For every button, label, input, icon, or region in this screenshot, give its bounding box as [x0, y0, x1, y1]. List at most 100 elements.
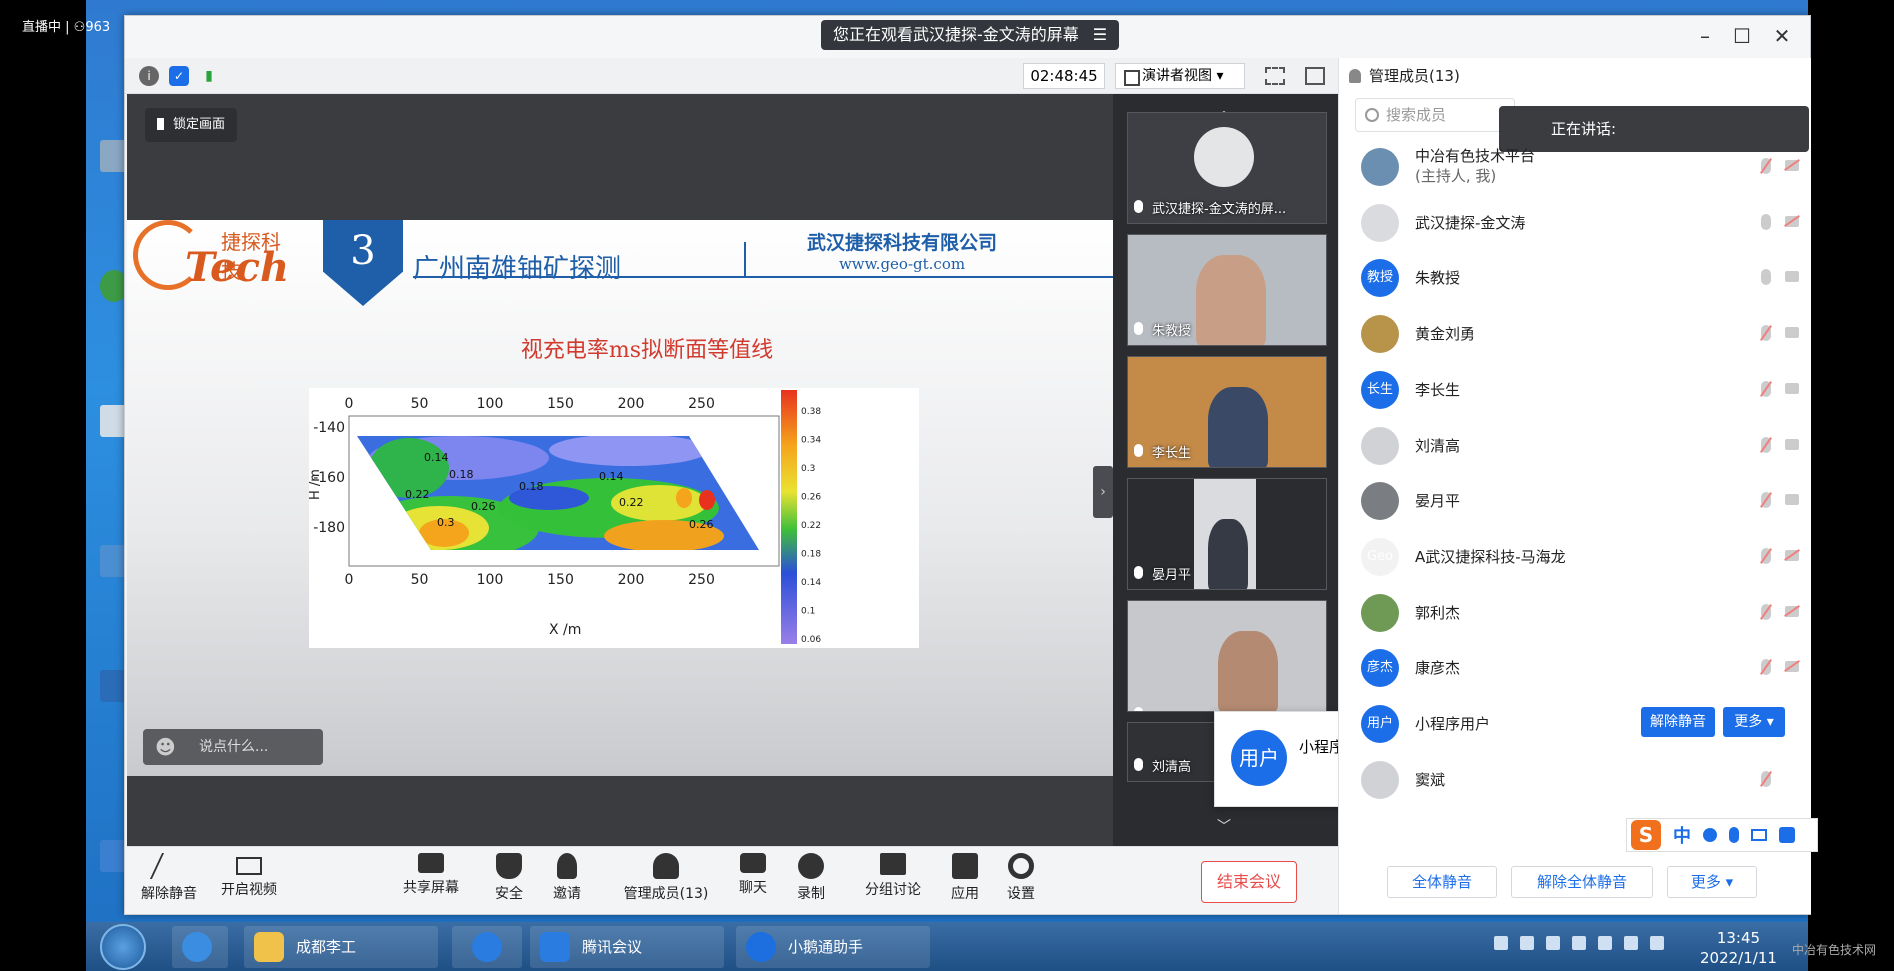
collapse-thumbs-button[interactable]: › [1093, 466, 1113, 518]
member-row[interactable]: 郭利杰 [1339, 584, 1811, 640]
camera-icon[interactable] [1785, 438, 1799, 450]
colorbar-tick-label: 0.34 [801, 436, 821, 446]
video-thumb[interactable]: 李长生 [1127, 356, 1327, 468]
start-button[interactable] [100, 924, 146, 970]
maximize-button[interactable]: ☐ [1727, 24, 1757, 48]
mic-icon[interactable] [1761, 213, 1771, 230]
mic-icon[interactable] [1761, 603, 1771, 620]
keyboard-icon[interactable] [1751, 829, 1767, 841]
share-screen-button[interactable]: 共享屏幕 [401, 853, 461, 897]
member-row[interactable]: 彦杰 康彦杰 [1339, 639, 1811, 695]
camera-icon[interactable] [1785, 215, 1799, 227]
mic-icon[interactable] [1761, 436, 1771, 453]
camera-icon[interactable] [1785, 661, 1799, 673]
member-row[interactable]: 长生 李长生 [1339, 361, 1811, 417]
settings-button[interactable]: 设置 [1001, 853, 1041, 903]
apps-button[interactable]: 应用 [945, 853, 985, 903]
chat-input[interactable]: 说点什么... [143, 729, 323, 765]
more-options-button[interactable]: 更多 ▾ [1667, 866, 1757, 898]
tray-icon[interactable] [1546, 936, 1560, 950]
taskbar-item[interactable]: 成都李工 [244, 926, 438, 968]
taskbar-item[interactable]: 小鹅通助手 [736, 926, 930, 968]
member-row[interactable]: 窦斌 [1339, 751, 1811, 807]
menu-icon[interactable]: ☰ [1093, 20, 1107, 50]
security-button[interactable]: 安全 [489, 853, 529, 903]
speaker-view-dropdown[interactable]: 演讲者视图 ▾ [1115, 63, 1245, 89]
camera-icon[interactable] [1785, 327, 1799, 339]
member-row[interactable]: 黄金刘勇 [1339, 305, 1811, 361]
apps-icon[interactable] [1779, 827, 1795, 843]
signal-icon[interactable]: ▮ [199, 66, 219, 86]
mic-icon[interactable] [1761, 380, 1771, 397]
manage-members-button[interactable]: 管理成员(13) [611, 853, 721, 903]
lock-screen-button[interactable]: 锁定画面 [145, 108, 238, 142]
tray-icon[interactable] [1598, 936, 1612, 950]
member-row[interactable]: 用户 小程序用户 解除静音 更多 ▾ [1339, 695, 1811, 751]
member-row[interactable]: 刘清高 [1339, 417, 1811, 473]
mic-icon[interactable] [1761, 770, 1771, 787]
member-name: 黄金刘勇 [1415, 323, 1475, 344]
tray-icon[interactable] [1520, 936, 1534, 950]
start-video-button[interactable]: 开启视频 [219, 853, 279, 899]
mic-icon[interactable] [1729, 827, 1739, 843]
chat-button[interactable]: 聊天 [733, 853, 773, 897]
record-button[interactable]: 录制 [791, 853, 831, 903]
member-row[interactable]: 中冶有色技术平台 (主持人, 我) [1339, 138, 1811, 194]
clock[interactable]: 13:45 2022/1/11 [1700, 928, 1777, 968]
network-icon[interactable] [1624, 936, 1638, 950]
member-row[interactable]: 武汉捷探-金文涛 [1339, 194, 1811, 250]
x-tick-label: 250 [688, 572, 715, 588]
video-thumb[interactable] [1127, 600, 1327, 712]
layout-icon[interactable] [1305, 67, 1325, 85]
video-thumb[interactable]: 晏月平 [1127, 478, 1327, 590]
close-button[interactable]: ✕ [1767, 24, 1797, 48]
member-name: 小程序用户 [1415, 713, 1490, 734]
input-method-bar[interactable]: S 中 [1626, 818, 1818, 852]
member-row[interactable]: 教授 朱教授 [1339, 249, 1811, 305]
avatar: 教授 [1361, 259, 1399, 298]
member-search-input[interactable]: 搜索成员 [1355, 98, 1515, 132]
mute-all-button[interactable]: 全体静音 [1387, 866, 1497, 898]
flag-icon[interactable] [1572, 936, 1586, 950]
volume-icon[interactable] [1650, 936, 1664, 950]
info-icon[interactable]: i [139, 66, 159, 86]
camera-icon[interactable] [1785, 494, 1799, 506]
invite-button[interactable]: 邀请 [547, 853, 587, 903]
mic-icon[interactable] [1761, 547, 1771, 564]
video-thumb[interactable]: 朱教授 [1127, 234, 1327, 346]
clock-date: 2022/1/11 [1700, 949, 1777, 967]
mic-icon[interactable] [1761, 325, 1771, 342]
taskbar-item[interactable] [452, 926, 522, 968]
breakout-rooms-button[interactable]: 分组讨论 [861, 853, 925, 899]
member-unmute-button[interactable]: 解除静音 [1641, 707, 1715, 737]
taskbar-ie[interactable] [172, 926, 228, 968]
unmute-button[interactable]: 解除静音 [139, 853, 199, 903]
mic-icon[interactable] [1761, 269, 1771, 286]
member-name: 中冶有色技术平台 (主持人, 我) [1415, 146, 1535, 186]
mic-icon[interactable] [1761, 158, 1771, 174]
video-thumb[interactable]: 武汉捷探-金文涛的屏... [1127, 112, 1327, 224]
member-row[interactable]: Geo A武汉捷探科技-马海龙 [1339, 528, 1811, 584]
member-name-text: 窦斌 [1415, 770, 1446, 789]
unmute-all-button[interactable]: 解除全体静音 [1511, 866, 1653, 898]
taskbar-item[interactable]: 腾讯会议 [530, 926, 724, 968]
ime-mode[interactable]: 中 [1673, 822, 1691, 848]
mic-icon[interactable] [1761, 492, 1771, 509]
member-row[interactable]: 晏月平 [1339, 472, 1811, 528]
fullscreen-icon[interactable] [1265, 67, 1285, 85]
minimize-button[interactable]: – [1690, 24, 1720, 48]
camera-icon[interactable] [1785, 271, 1799, 283]
clock-time: 13:45 [1716, 929, 1761, 947]
punctuation-icon[interactable] [1703, 828, 1717, 842]
camera-icon[interactable] [1785, 605, 1799, 617]
member-more-button[interactable]: 更多 ▾ [1723, 707, 1785, 737]
camera-icon[interactable] [1785, 160, 1799, 171]
camera-icon[interactable] [1785, 549, 1799, 561]
camera-icon[interactable] [1785, 382, 1799, 394]
scroll-down-icon[interactable]: ﹀ [1217, 816, 1231, 836]
end-meeting-button[interactable]: 结束会议 [1201, 861, 1297, 903]
tray-icon[interactable] [1494, 936, 1508, 950]
mic-icon[interactable] [1761, 659, 1771, 676]
shield-icon[interactable]: ✓ [169, 66, 189, 86]
system-tray[interactable] [1494, 936, 1664, 950]
